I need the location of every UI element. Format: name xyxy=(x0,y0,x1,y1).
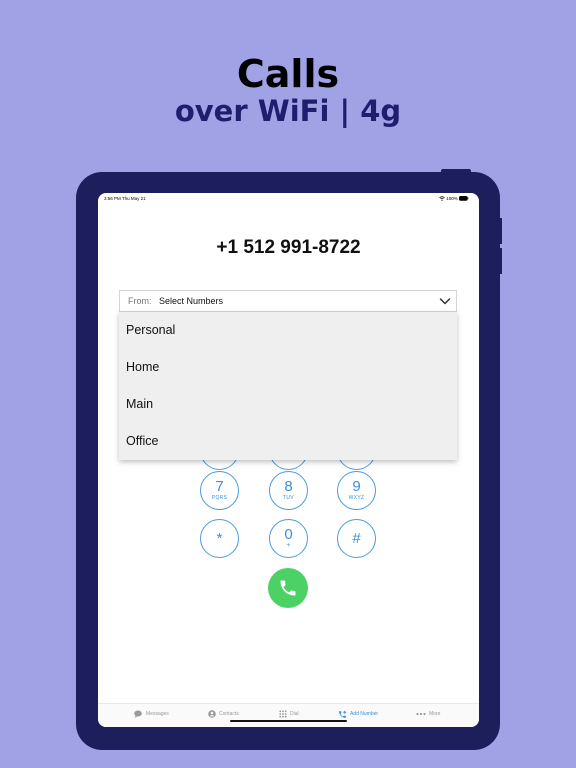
from-label: From: xyxy=(128,296,152,306)
tab-contacts-label: Contacts xyxy=(219,711,239,717)
key-8-letters: TUV xyxy=(283,495,294,501)
key-0-letters: + xyxy=(286,542,291,549)
dropdown-option-main[interactable]: Main xyxy=(119,386,457,423)
key-9-letters: WXYZ xyxy=(348,495,365,501)
key-7-letters: PQRS xyxy=(211,495,228,501)
more-icon xyxy=(416,712,426,716)
status-right-group: 100% xyxy=(439,196,469,202)
key-6-partial[interactable] xyxy=(337,460,376,470)
battery-percent: 100% xyxy=(446,196,458,201)
tab-bar: Messages Contacts Dial Add Number More xyxy=(98,703,479,727)
app-screen: 3:56 PM Thu May 21 100% +1 512 991-8722 … xyxy=(98,193,479,727)
wifi-icon xyxy=(439,196,445,202)
contacts-icon xyxy=(208,710,216,718)
tab-dial-label: Dial xyxy=(290,711,299,717)
key-8[interactable]: 8 TUV xyxy=(269,471,308,510)
dropdown-option-office[interactable]: Office xyxy=(119,423,457,460)
tab-messages[interactable]: Messages xyxy=(134,709,169,719)
tab-messages-label: Messages xyxy=(146,711,169,717)
dialed-phone-number[interactable]: +1 512 991-8722 xyxy=(98,237,479,259)
tab-contacts[interactable]: Contacts xyxy=(208,709,239,719)
promo-headline: Calls xyxy=(236,52,340,96)
key-7-digit: 7 xyxy=(215,478,224,495)
tab-more[interactable]: More xyxy=(416,709,440,719)
key-star[interactable]: * xyxy=(200,519,239,558)
battery-icon xyxy=(459,196,469,202)
home-indicator xyxy=(230,720,347,722)
key-7[interactable]: 7 PQRS xyxy=(200,471,239,510)
messages-icon xyxy=(134,710,142,718)
dialpad-icon xyxy=(279,710,287,718)
dropdown-option-home[interactable]: Home xyxy=(119,349,457,386)
dropdown-option-personal[interactable]: Personal xyxy=(119,312,457,349)
key-hash-digit: # xyxy=(352,530,361,547)
key-9-digit: 9 xyxy=(352,478,361,495)
key-4-partial[interactable] xyxy=(200,460,239,470)
chevron-down-icon[interactable] xyxy=(438,294,452,308)
from-selected-value: Select Numbers xyxy=(159,296,224,306)
key-9[interactable]: 9 WXYZ xyxy=(337,471,376,510)
phone-icon xyxy=(280,580,296,596)
from-number-dropdown: Personal Home Main Office xyxy=(119,312,457,460)
tab-dial[interactable]: Dial xyxy=(279,709,299,719)
tab-more-label: More xyxy=(429,711,441,717)
key-8-digit: 8 xyxy=(284,478,293,495)
tab-add-number[interactable]: Add Number xyxy=(338,709,378,719)
from-number-select[interactable]: From: Select Numbers xyxy=(119,290,457,312)
key-5-partial[interactable] xyxy=(269,460,308,470)
key-hash[interactable]: # xyxy=(337,519,376,558)
status-time-date: 3:56 PM Thu May 21 xyxy=(104,196,146,201)
add-number-icon xyxy=(339,710,347,718)
key-0[interactable]: 0 + xyxy=(269,519,308,558)
key-star-digit: * xyxy=(216,530,223,547)
tab-add-number-label: Add Number xyxy=(350,711,379,717)
key-0-digit: 0 xyxy=(284,526,293,543)
promo-subheadline: over WiFi | 4g xyxy=(174,94,402,128)
call-button[interactable] xyxy=(268,568,308,608)
status-bar: 3:56 PM Thu May 21 100% xyxy=(98,193,479,205)
